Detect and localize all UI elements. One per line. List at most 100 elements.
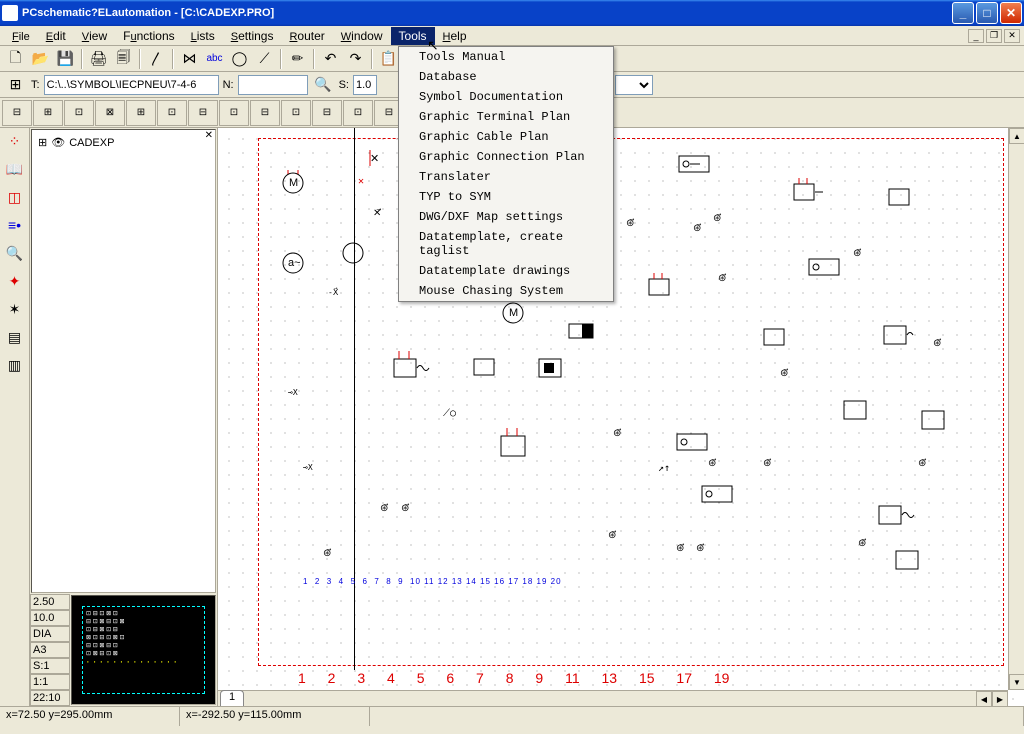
search-icon[interactable]: 🔍 [312,74,335,96]
menu-view[interactable]: View [74,27,115,45]
book-icon[interactable]: 📖 [4,158,26,180]
tools-datatemplate-taglist[interactable]: Datatemplate, create taglist [399,227,613,261]
text-tool[interactable]: abc [203,48,226,70]
schematic-symbol[interactable]: ✕ [368,148,388,168]
schematic-symbol[interactable] [473,353,509,379]
undo-button[interactable]: ↶ [319,48,342,70]
tools-typ-to-sym[interactable]: TYP to SYM [399,187,613,207]
tree-root-node[interactable]: ⊞ 👁 CADEXP [36,134,211,151]
mdi-close[interactable]: ✕ [1004,29,1020,43]
schematic-symbol[interactable] [568,323,604,343]
schematic-symbol[interactable]: a~ [278,248,308,278]
schematic-symbol[interactable] [678,155,714,175]
sym-7[interactable]: ⊟ [188,100,218,126]
schematic-symbol[interactable]: ⟋○ [443,408,456,419]
schematic-symbol[interactable] [793,178,829,204]
minimize-button[interactable]: _ [952,2,974,24]
schematic-symbol[interactable] [500,428,540,458]
page-icon[interactable]: ◫ [4,186,26,208]
schematic-symbol[interactable]: ⊛⃗ [853,248,861,259]
copy-button[interactable]: 📋 [377,48,400,70]
sym-4[interactable]: ⊠ [95,100,125,126]
tools-graphic-terminal-plan[interactable]: Graphic Terminal Plan [399,107,613,127]
maximize-button[interactable]: □ [976,2,998,24]
tools-mouse-chasing[interactable]: Mouse Chasing System [399,281,613,301]
schematic-symbol[interactable] [538,351,578,379]
circle-tool[interactable]: ◯ [228,48,251,70]
mdi-restore[interactable]: ❐ [986,29,1002,43]
save-button[interactable]: 💾 [54,48,77,70]
zoom-icon[interactable]: 🔍 [4,242,26,264]
sym-1[interactable]: ⊟ [2,100,32,126]
schematic-symbol[interactable]: ⊛⃗ [401,503,409,514]
scroll-down-icon[interactable]: ▼ [1009,674,1024,690]
project-tree[interactable]: ✕ ⊞ 👁 CADEXP [31,129,216,593]
schematic-symbol[interactable] [648,273,684,299]
schematic-symbol[interactable]: ⊛⃗ [613,428,621,439]
target-icon[interactable]: ✦ [4,270,26,292]
hscrollbar[interactable]: 1 ◀ ▶ [218,690,1008,706]
menu-tools[interactable]: Tools [391,27,435,45]
schematic-symbol[interactable]: ⊛⃗ [780,368,788,379]
schematic-symbol[interactable] [843,393,883,421]
print-button[interactable]: 🖨 [87,48,110,70]
new-button[interactable]: 🗋 [4,48,27,70]
schematic-symbol[interactable] [921,403,961,431]
schematic-symbol[interactable] [676,433,712,453]
schematic-symbol[interactable] [883,318,923,346]
schematic-symbol[interactable]: ⊛⃗ [380,503,388,514]
tools-translater[interactable]: Translater [399,167,613,187]
dots-icon[interactable]: ⁘ [4,130,26,152]
sym-6[interactable]: ⊡ [157,100,187,126]
menu-router[interactable]: Router [281,27,332,45]
line-tool[interactable]: 〳 [145,48,168,70]
dropdown-field[interactable] [615,75,653,95]
schematic-symbol[interactable] [338,238,368,268]
n-field[interactable] [238,75,308,95]
sym-9[interactable]: ⊟ [250,100,280,126]
open-button[interactable]: 📂 [29,48,52,70]
s-field[interactable] [353,75,377,95]
schematic-symbol[interactable]: ⊸X [288,388,298,397]
arc-tool[interactable]: ⟋ [253,48,276,70]
page-tab[interactable]: 1 [220,690,244,706]
menu-help[interactable]: Help [435,27,475,45]
scroll-up-icon[interactable]: ▲ [1009,128,1024,144]
doc-icon[interactable]: ▤ [4,326,26,348]
schematic-symbol[interactable] [393,351,433,379]
snap-icon[interactable]: ✶ [4,298,26,320]
menu-functions[interactable]: Functions [115,27,183,45]
schematic-symbol[interactable] [888,183,924,209]
note-icon[interactable]: ▥ [4,354,26,376]
sym-5[interactable]: ⊞ [126,100,156,126]
schematic-symbol[interactable]: ⊛⃗ [858,538,866,549]
menu-file[interactable]: File [4,27,38,45]
vscrollbar[interactable]: ▲ ▼ [1008,128,1024,690]
sym-8[interactable]: ⊡ [219,100,249,126]
schematic-symbol[interactable]: ⊛⃗ [763,458,771,469]
tools-database[interactable]: Database [399,67,613,87]
sym-3[interactable]: ⊡ [64,100,94,126]
mdi-minimize[interactable]: _ [968,29,984,43]
tree-close-icon[interactable]: ✕ [205,130,213,141]
schematic-symbol[interactable]: -X⃗ [328,288,338,297]
tools-graphic-cable-plan[interactable]: Graphic Cable Plan [399,127,613,147]
tools-datatemplate-drawings[interactable]: Datatemplate drawings [399,261,613,281]
schematic-symbol[interactable]: ⊛⃗ [676,543,684,554]
plus-icon[interactable]: ⊞ [38,136,47,149]
menu-settings[interactable]: Settings [223,27,282,45]
schematic-symbol[interactable]: ↗↑ [658,463,670,474]
schematic-symbol[interactable] [878,498,918,526]
close-button[interactable]: ✕ [1000,2,1022,24]
schematic-symbol[interactable]: ⊛⃗ [696,543,704,554]
menu-window[interactable]: Window [333,27,391,45]
symbol-tool[interactable]: ⋈ [178,48,201,70]
list-icon[interactable]: ≡• [4,214,26,236]
tools-symbol-documentation[interactable]: Symbol Documentation [399,87,613,107]
tools-graphic-connection-plan[interactable]: Graphic Connection Plan [399,147,613,167]
drawing-canvas[interactable]: M ✕ M a~ ✕ ✕⃗ -X⃗ ⊸X ⟋○ ⊛⃗ ⊛⃗ ⊛⃗ ⊛⃗ ⊛⃗ ⊛… [218,128,1024,706]
sym-10[interactable]: ⊡ [281,100,311,126]
sym-12[interactable]: ⊡ [343,100,373,126]
schematic-symbol[interactable] [808,258,844,278]
tools-dwg-dxf-map[interactable]: DWG/DXF Map settings [399,207,613,227]
